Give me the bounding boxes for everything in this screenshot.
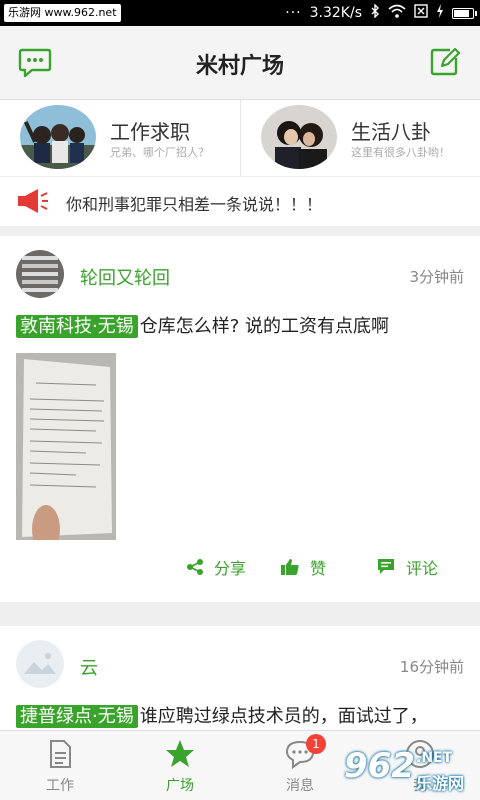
category-title: 生活八卦 bbox=[351, 120, 431, 144]
share-button[interactable]: 分享 bbox=[186, 552, 246, 582]
post-card[interactable]: 轮回又轮回 3分钟前 敦南科技·无锡 仓库怎么样? 说的工资有点底啊 分享 赞 … bbox=[0, 236, 480, 602]
post-body[interactable]: 敦南科技·无锡 仓库怎么样? 说的工资有点底啊 bbox=[16, 312, 389, 338]
share-label: 分享 bbox=[214, 559, 247, 578]
comment-button[interactable]: 评论 bbox=[376, 552, 438, 582]
comment-icon bbox=[378, 559, 394, 574]
tab-square[interactable]: 广场 bbox=[120, 731, 240, 800]
status-bar: 乐游网 www.962.net ··· 3.32K/s bbox=[0, 0, 480, 26]
watermark-site-name: 乐游网 bbox=[416, 774, 465, 793]
share-icon bbox=[187, 559, 203, 575]
category-title: 工作求职 bbox=[110, 120, 190, 144]
company-tag[interactable]: 敦南科技·无锡 bbox=[16, 315, 138, 338]
company-tag[interactable]: 捷普绿点·无锡 bbox=[16, 705, 138, 728]
tab-work[interactable]: 工作 bbox=[0, 731, 120, 800]
post-text: 仓库怎么样? 说的工资有点底啊 bbox=[139, 316, 390, 337]
network-speed: 3.32K/s bbox=[309, 5, 362, 21]
category-subtitle: 兄弟、哪个厂招人？ bbox=[110, 146, 209, 159]
dots-indicator: ··· bbox=[285, 5, 302, 21]
post-author[interactable]: 轮回又轮回 bbox=[80, 264, 170, 290]
watermark-suffix: .NET bbox=[416, 750, 453, 766]
category-row: 工作求职 兄弟、哪个厂招人？ 生活八卦 这里有很多八卦哟！ bbox=[0, 100, 480, 176]
unread-badge: 1 bbox=[306, 734, 326, 754]
wifi-icon bbox=[388, 4, 406, 22]
compose-icon[interactable] bbox=[428, 46, 462, 78]
no-sim-icon bbox=[414, 4, 428, 22]
page-title: 米村广场 bbox=[195, 54, 284, 79]
document-icon bbox=[45, 739, 75, 769]
megaphone-icon bbox=[16, 187, 50, 215]
battery-icon bbox=[452, 7, 477, 19]
announcement-bar[interactable]: 你和刑事犯罪只相差一条说说！！！ bbox=[0, 176, 480, 226]
charging-icon bbox=[436, 4, 444, 22]
bluetooth-icon bbox=[370, 3, 380, 22]
screen: 乐游网 www.962.net ··· 3.32K/s 米村广场 工作求职 兄弟… bbox=[0, 0, 480, 800]
avatar[interactable] bbox=[16, 250, 64, 298]
site-watermark: 962 .NET 乐游网 bbox=[340, 740, 476, 796]
post-actions: 分享 赞 评论 bbox=[0, 552, 480, 582]
post-time: 3分钟前 bbox=[409, 268, 464, 286]
comment-label: 评论 bbox=[406, 559, 439, 578]
category-job[interactable]: 工作求职 兄弟、哪个厂招人？ bbox=[0, 100, 240, 176]
app-header: 米村广场 bbox=[0, 26, 480, 100]
announcement-text: 你和刑事犯罪只相差一条说说！！！ bbox=[66, 195, 323, 214]
tab-label: 广场 bbox=[166, 778, 194, 794]
like-button[interactable]: 赞 bbox=[280, 552, 326, 582]
like-label: 赞 bbox=[310, 559, 327, 578]
post-author[interactable]: 云 bbox=[80, 654, 98, 680]
gossip-category-photo bbox=[261, 105, 337, 169]
post-image[interactable] bbox=[16, 353, 116, 540]
category-gossip[interactable]: 生活八卦 这里有很多八卦哟！ bbox=[240, 100, 480, 176]
tab-label: 工作 bbox=[46, 778, 74, 794]
post-body[interactable]: 捷普绿点·无锡 谁应聘过绿点技术员的，面试过了， bbox=[16, 702, 428, 728]
job-category-photo bbox=[20, 105, 96, 169]
post-card[interactable]: 云 16分钟前 捷普绿点·无锡 谁应聘过绿点技术员的，面试过了， bbox=[0, 626, 480, 730]
star-icon bbox=[165, 739, 195, 769]
post-time: 16分钟前 bbox=[399, 658, 464, 676]
site-badge: 乐游网 www.962.net bbox=[4, 4, 121, 22]
category-subtitle: 这里有很多八卦哟！ bbox=[351, 146, 450, 159]
post-text: 谁应聘过绿点技术员的，面试过了， bbox=[139, 706, 428, 727]
thumbs-up-icon bbox=[281, 559, 299, 575]
avatar[interactable] bbox=[16, 640, 64, 688]
watermark-number: 962 bbox=[344, 746, 415, 786]
